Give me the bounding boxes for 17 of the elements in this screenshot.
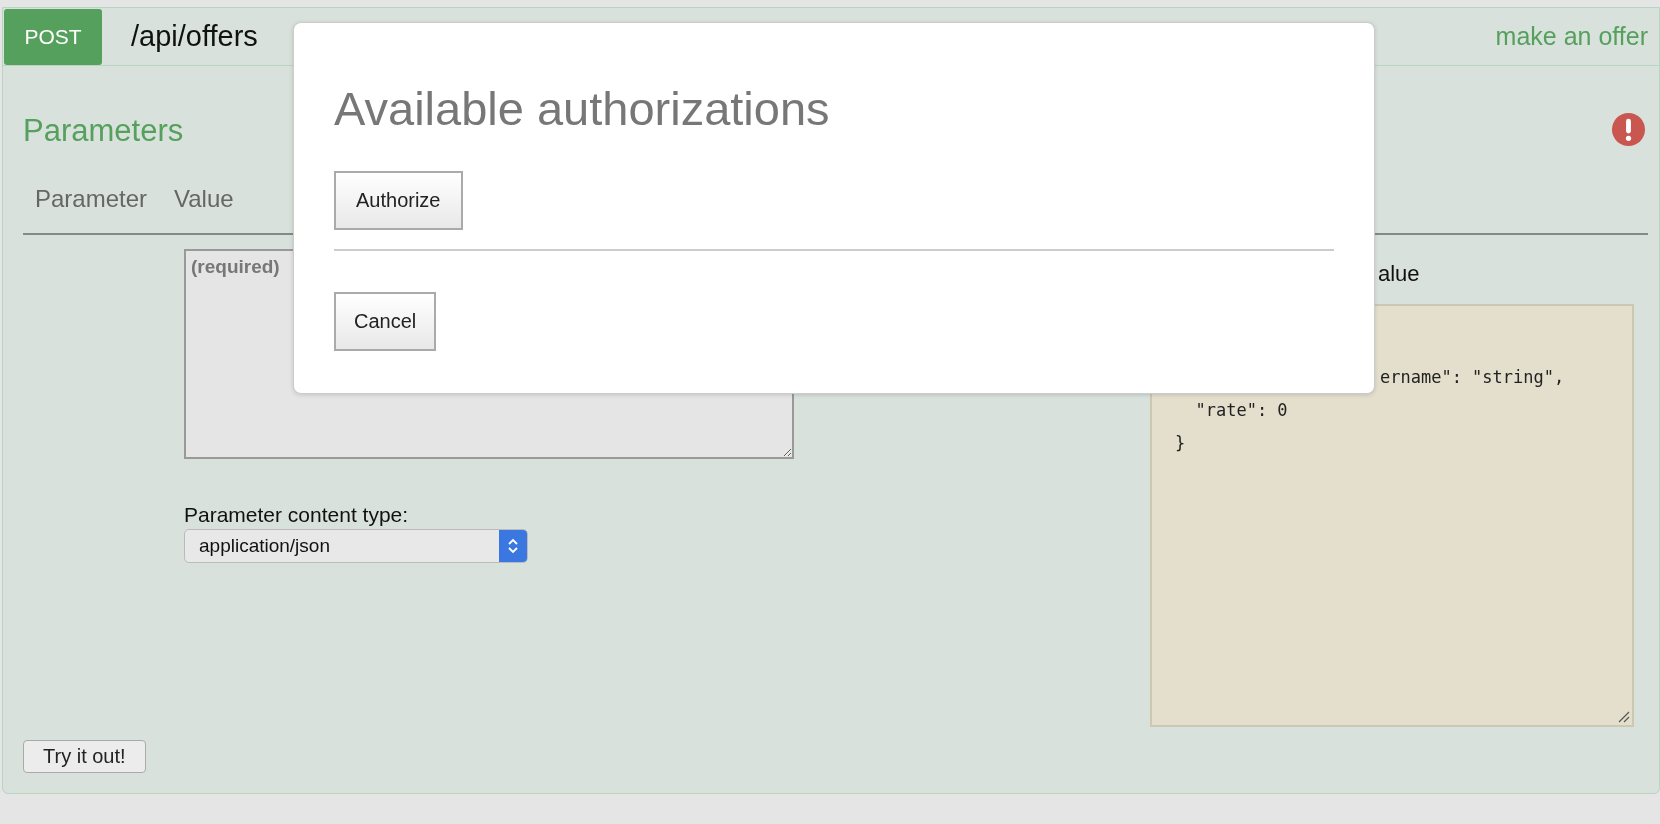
column-header: Value	[174, 184, 234, 213]
example-label: alue	[1378, 261, 1420, 287]
content-type-select[interactable]: application/json	[184, 529, 528, 563]
stepper-icon	[506, 536, 520, 556]
endpoint-path: /api/offers	[131, 20, 258, 53]
resize-grip-icon[interactable]	[1618, 711, 1630, 723]
dialog-title: Available authorizations	[334, 80, 831, 137]
content-type-label: Parameter content type:	[184, 503, 410, 527]
cancel-button[interactable]: Cancel	[334, 292, 437, 351]
parameters-heading: Parameters	[23, 113, 184, 149]
column-header: Parameter	[35, 184, 148, 213]
method-badge: POST	[4, 8, 102, 65]
code-line: "rate": 0	[1194, 399, 1288, 422]
code-line: }	[1175, 432, 1186, 455]
try-it-out-button[interactable]: Try it out!	[23, 740, 146, 773]
authorize-button[interactable]: Authorize	[334, 171, 463, 230]
code-line: ername": "string",	[1380, 366, 1565, 389]
